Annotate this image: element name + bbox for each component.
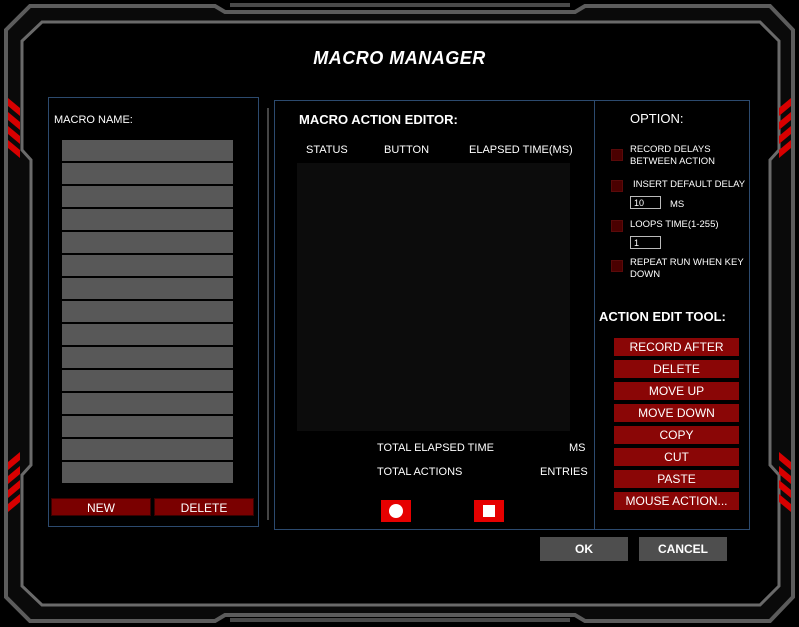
macro-name-row[interactable] — [62, 439, 233, 460]
record-circle-icon — [389, 504, 403, 518]
record-after-button[interactable]: RECORD AFTER — [614, 338, 739, 356]
stop-button[interactable] — [474, 500, 504, 522]
default-delay-input[interactable]: 10 — [630, 196, 661, 209]
cancel-button[interactable]: CANCEL — [639, 537, 727, 561]
action-edit-tool-title: ACTION EDIT TOOL: — [599, 309, 726, 324]
macro-name-row[interactable] — [62, 232, 233, 253]
total-elapsed-unit: MS — [569, 442, 586, 454]
macro-name-row[interactable] — [62, 186, 233, 207]
cut-button[interactable]: CUT — [614, 448, 739, 466]
insert-default-delay-checkbox[interactable] — [611, 180, 623, 192]
insert-default-delay-label: INSERT DEFAULT DELAY — [633, 179, 746, 190]
macro-name-row[interactable] — [62, 209, 233, 230]
record-button[interactable] — [381, 500, 411, 522]
macro-name-row[interactable] — [62, 347, 233, 368]
move-up-button[interactable]: MOVE UP — [614, 382, 739, 400]
record-delays-label: RECORD DELAYS BETWEEN ACTION — [630, 144, 715, 167]
macro-name-row[interactable] — [62, 324, 233, 345]
move-down-button[interactable]: MOVE DOWN — [614, 404, 739, 422]
option-title: OPTION: — [630, 111, 684, 126]
column-button: BUTTON — [384, 144, 430, 156]
loops-checkbox[interactable] — [611, 220, 623, 232]
repeat-run-label: REPEAT RUN WHEN KEY DOWN — [630, 257, 744, 280]
paste-button[interactable]: PASTE — [614, 470, 739, 488]
macro-name-row[interactable] — [62, 301, 233, 322]
action-list[interactable] — [297, 163, 570, 431]
delete-macro-button[interactable]: DELETE — [154, 498, 254, 516]
window-title: MACRO MANAGER — [313, 48, 486, 68]
loops-label: LOOPS TIME(1-255) — [630, 219, 719, 230]
mouse-action-button[interactable]: MOUSE ACTION... — [614, 492, 739, 510]
default-delay-unit: MS — [670, 199, 685, 210]
macro-name-label: MACRO NAME: — [54, 114, 133, 126]
total-actions-unit: ENTRIES — [540, 466, 588, 478]
ok-button[interactable]: OK — [540, 537, 628, 561]
macro-name-row[interactable] — [62, 140, 233, 161]
macro-name-row[interactable] — [62, 462, 233, 483]
record-delays-checkbox[interactable] — [611, 149, 623, 161]
repeat-run-checkbox[interactable] — [611, 260, 623, 272]
macro-name-row[interactable] — [62, 393, 233, 414]
new-macro-button[interactable]: NEW — [51, 498, 151, 516]
macro-name-row[interactable] — [62, 278, 233, 299]
column-elapsed-time: ELAPSED TIME(MS) — [469, 144, 573, 156]
editor-options-divider — [594, 100, 595, 529]
total-elapsed-label: TOTAL ELAPSED TIME — [377, 442, 494, 454]
editor-title: MACRO ACTION EDITOR: — [299, 112, 458, 127]
macro-name-row[interactable] — [62, 255, 233, 276]
column-status: STATUS — [306, 144, 348, 156]
delete-button[interactable]: DELETE — [614, 360, 739, 378]
macro-name-row[interactable] — [62, 416, 233, 437]
macro-name-row[interactable] — [62, 163, 233, 184]
loops-input[interactable]: 1 — [630, 236, 661, 249]
macro-name-row[interactable] — [62, 370, 233, 391]
stop-square-icon — [483, 505, 495, 517]
total-actions-label: TOTAL ACTIONS — [377, 466, 463, 478]
copy-button[interactable]: COPY — [614, 426, 739, 444]
